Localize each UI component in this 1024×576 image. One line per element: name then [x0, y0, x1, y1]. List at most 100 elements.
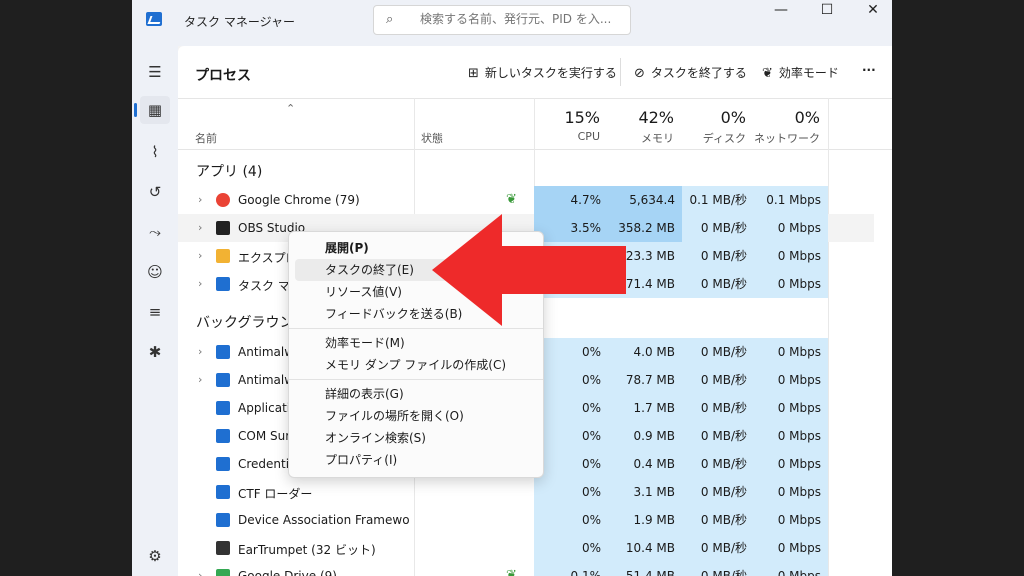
process-name: CTF ローダー	[238, 487, 313, 501]
expand-chevron-icon[interactable]: ›	[198, 373, 202, 386]
memory-column-header[interactable]: 42% メモリ	[608, 98, 682, 150]
run-new-task-label: 新しいタスクを実行する	[484, 66, 617, 80]
disk-cell: 0 MB/秒	[682, 214, 754, 242]
disk-total-percent: 0%	[720, 108, 746, 127]
end-task-icon: ⊘	[634, 66, 645, 81]
expand-chevron-icon[interactable]: ›	[198, 569, 202, 576]
process-icon	[216, 373, 230, 387]
network-cell: 0 Mbps	[754, 450, 828, 478]
network-cell: 0 Mbps	[754, 338, 828, 366]
memory-cell: 0.9 MB	[608, 422, 682, 450]
name-column-header[interactable]: ⌃ 名前	[178, 98, 414, 150]
memory-cell: 1.7 MB	[608, 394, 682, 422]
app-history-nav-icon[interactable]: ↺	[140, 178, 170, 206]
expand-chevron-icon[interactable]: ›	[198, 249, 202, 262]
table-row[interactable]: EarTrumpet (32 ビット) 0% 10.4 MB 0 MB/秒 0 Mbps	[178, 534, 874, 562]
network-cell: 0 Mbps	[754, 366, 828, 394]
apps-group-header: アプリ (4)	[196, 164, 263, 180]
process-icon	[216, 221, 230, 235]
process-icon	[216, 541, 230, 555]
disk-cell: 0 MB/秒	[682, 534, 754, 562]
menu-item-create-memory-dump[interactable]: メモリ ダンプ ファイルの作成(C)	[295, 354, 537, 376]
network-cell: 0 Mbps	[754, 478, 828, 506]
status-column-header[interactable]: 状態	[414, 98, 534, 150]
cpu-column-header[interactable]: 15% CPU	[534, 98, 608, 150]
search-input[interactable]	[418, 11, 622, 27]
details-nav-icon[interactable]: ≡	[140, 298, 170, 326]
disk-cell: 0 MB/秒	[682, 562, 754, 576]
cpu-cell: 0%	[534, 478, 608, 506]
disk-cell: 0 MB/秒	[682, 506, 754, 534]
menu-item-go-to-details[interactable]: 詳細の表示(G)	[295, 383, 537, 405]
cpu-cell: 0%	[534, 366, 608, 394]
process-icon	[216, 345, 230, 359]
disk-cell: 0 MB/秒	[682, 338, 754, 366]
expand-chevron-icon[interactable]: ›	[198, 221, 202, 234]
new-task-icon: ⊞	[468, 66, 479, 81]
network-cell: 0 Mbps	[754, 242, 828, 270]
end-task-button[interactable]: ⊘ タスクを終了する	[634, 64, 747, 81]
performance-nav-icon[interactable]: ⌇	[140, 138, 170, 166]
disk-cell: 0 MB/秒	[682, 366, 754, 394]
network-cell: 0 Mbps	[754, 270, 828, 298]
run-new-task-button[interactable]: ⊞ 新しいタスクを実行する	[468, 64, 617, 81]
process-icon	[216, 401, 230, 415]
processes-nav-icon[interactable]: ▦	[134, 96, 170, 124]
disk-cell: 0 MB/秒	[682, 270, 754, 298]
process-icon	[216, 485, 230, 499]
network-column-label: ネットワーク	[754, 132, 820, 145]
minimize-button[interactable]: —	[758, 0, 804, 22]
table-row[interactable]: CTF ローダー 0% 3.1 MB 0 MB/秒 0 Mbps	[178, 478, 874, 506]
disk-cell: 0 MB/秒	[682, 394, 754, 422]
more-options-button[interactable]: ...	[862, 60, 876, 74]
table-row[interactable]: › Google Drive (9) ❦ 0.1% 51.4 MB 0 MB/秒 0 Mbp…	[178, 562, 874, 576]
expand-chevron-icon[interactable]: ›	[198, 345, 202, 358]
efficiency-mode-button[interactable]: ❦ 効率モード	[762, 64, 839, 81]
settings-gear-icon[interactable]: ⚙	[140, 542, 170, 570]
status-column-label: 状態	[421, 132, 443, 145]
cpu-cell: 0%	[534, 338, 608, 366]
memory-cell: 4.0 MB	[608, 338, 682, 366]
menu-item-search-online[interactable]: オンライン検索(S)	[295, 427, 537, 449]
sidebar: ☰ ▦ ⌇ ↺ ⤳ ☺ ≡ ✱ ⚙	[132, 46, 178, 576]
maximize-button[interactable]: ☐	[804, 0, 850, 22]
network-cell: 0 Mbps	[754, 214, 828, 242]
cpu-column-label: CPU	[577, 130, 600, 143]
disk-cell: 0 MB/秒	[682, 478, 754, 506]
disk-cell: 0 MB/秒	[682, 242, 754, 270]
process-name: Device Association Framework...	[238, 513, 410, 527]
startup-apps-nav-icon[interactable]: ⤳	[140, 218, 170, 246]
name-column-label: 名前	[195, 132, 217, 145]
menu-separator	[289, 379, 543, 380]
close-button[interactable]: ✕	[850, 0, 892, 22]
table-row[interactable]: Device Association Framework...0%1.9 MB0…	[178, 506, 874, 534]
menu-item-open-file-location[interactable]: ファイルの場所を開く(O)	[295, 405, 537, 427]
disk-column-header[interactable]: 0% ディスク	[682, 98, 754, 150]
disk-cell: 0.1 MB/秒	[682, 186, 754, 214]
memory-cell: 51.4 MB	[608, 562, 682, 576]
search-box[interactable]: ⌕	[373, 5, 631, 35]
disk-column-label: ディスク	[702, 132, 746, 145]
expand-chevron-icon[interactable]: ›	[198, 193, 202, 206]
hamburger-menu-icon[interactable]: ☰	[140, 58, 170, 86]
cpu-cell: 0%	[534, 506, 608, 534]
menu-item-properties[interactable]: プロパティ(I)	[295, 449, 537, 471]
users-nav-icon[interactable]: ☺	[140, 258, 170, 286]
cpu-cell: 0%	[534, 394, 608, 422]
efficiency-mode-label: 効率モード	[778, 66, 839, 80]
menu-item-efficiency-mode[interactable]: 効率モード(M)	[295, 332, 537, 354]
network-column-header[interactable]: 0% ネットワーク	[754, 98, 828, 150]
network-cell: 0 Mbps	[754, 506, 828, 534]
services-nav-icon[interactable]: ✱	[140, 338, 170, 366]
leaf-icon: ❦	[762, 66, 773, 81]
expand-chevron-icon[interactable]: ›	[198, 277, 202, 290]
memory-column-label: メモリ	[641, 132, 674, 145]
network-total-percent: 0%	[794, 108, 820, 127]
process-name: Google Chrome (79)	[238, 193, 360, 207]
cpu-cell: 0.1%	[534, 562, 608, 576]
memory-cell: 10.4 MB	[608, 534, 682, 562]
task-manager-app-icon	[146, 12, 162, 26]
title-bar: タスク マネージャー ⌕ — ☐ ✕	[132, 0, 892, 46]
network-cell: 0 Mbps	[754, 394, 828, 422]
process-icon	[216, 277, 230, 291]
